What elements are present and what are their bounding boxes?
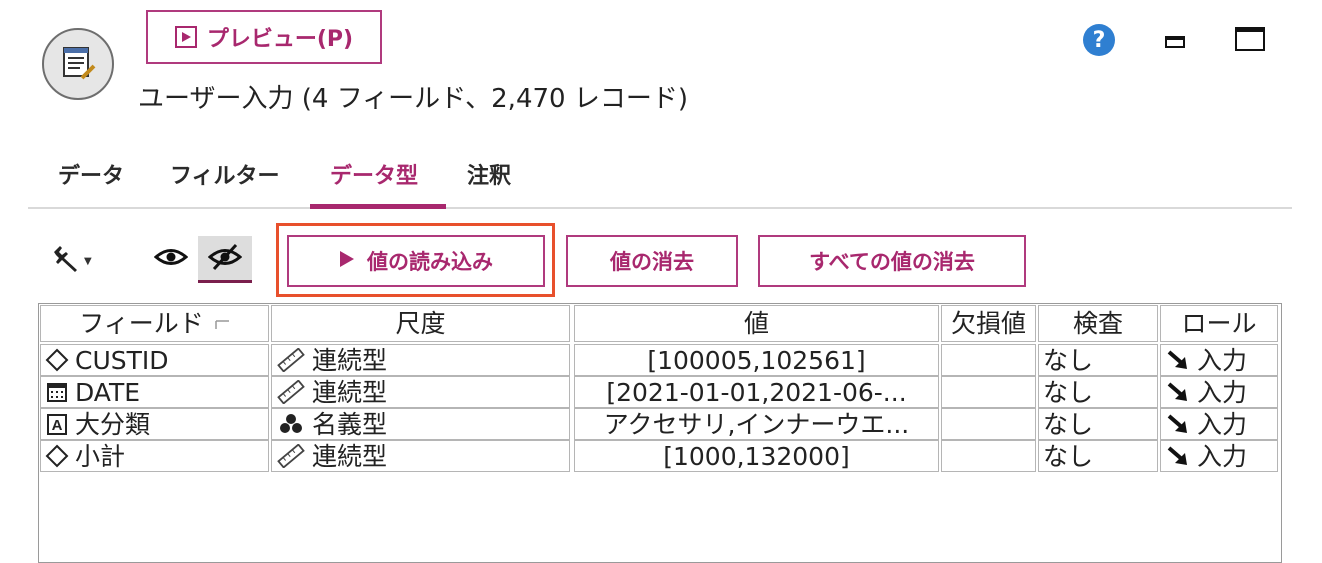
nominal-dots-icon <box>276 412 306 436</box>
read-values-button[interactable]: 値の読み込み <box>287 235 545 287</box>
role-value: 入力 <box>1197 377 1248 407</box>
svg-text:A: A <box>52 417 63 434</box>
table-row-role[interactable]: 入力 <box>1160 344 1278 376</box>
table-row-measure[interactable]: 連続型 <box>271 376 570 408</box>
measure-value: 連続型 <box>312 441 388 471</box>
table-row-role[interactable]: 入力 <box>1160 376 1278 408</box>
tools-menu-button[interactable]: ▼ <box>50 243 100 279</box>
tab-divider <box>28 207 1292 209</box>
eye-off-icon <box>207 243 243 275</box>
table-row-measure[interactable]: 連続型 <box>271 440 570 472</box>
table-row-values[interactable]: アクセサリ,インナーウエ... <box>574 408 939 440</box>
chevron-down-icon: ▼ <box>84 255 92 267</box>
string-a-icon: A <box>45 412 69 436</box>
measure-value: 名義型 <box>312 409 388 439</box>
arrow-input-icon <box>1165 349 1191 371</box>
ruler-icon <box>276 380 306 404</box>
arrow-input-icon <box>1165 381 1191 403</box>
column-header-missing[interactable]: 欠損値 <box>941 305 1036 342</box>
role-value: 入力 <box>1197 345 1248 375</box>
table-row-missing[interactable] <box>941 344 1036 376</box>
read-values-label: 値の読み込み <box>367 250 493 274</box>
table-row-values[interactable]: [1000,132000] <box>574 440 939 472</box>
table-row-field[interactable]: DATE <box>40 376 269 408</box>
table-row-values[interactable]: [100005,102561] <box>574 344 939 376</box>
table-row-missing[interactable] <box>941 376 1036 408</box>
tab-data[interactable]: データ <box>58 158 124 190</box>
column-header-measure[interactable]: 尺度 <box>271 305 570 342</box>
hide-button[interactable] <box>198 236 252 282</box>
maximize-icon[interactable] <box>1235 27 1265 51</box>
clear-all-values-label: すべての値の消去 <box>809 250 975 274</box>
eye-icon <box>153 246 189 272</box>
help-icon[interactable]: ? <box>1083 24 1115 56</box>
column-header-check[interactable]: 検査 <box>1038 305 1158 342</box>
calendar-icon <box>45 380 69 404</box>
table-row-check[interactable]: なし <box>1038 344 1158 376</box>
field-name: 大分類 <box>75 409 151 439</box>
table-row-check[interactable]: なし <box>1038 440 1158 472</box>
arrow-input-icon <box>1165 445 1191 467</box>
continuous-diamond-icon <box>45 444 69 468</box>
arrow-input-icon <box>1165 413 1191 435</box>
tab-data-type[interactable]: データ型 <box>330 158 418 190</box>
table-row-measure[interactable]: 名義型 <box>271 408 570 440</box>
column-header-values[interactable]: 値 <box>574 305 939 342</box>
show-button[interactable] <box>146 236 196 282</box>
preview-button-label: プレビュー(P) <box>206 27 354 52</box>
table-row-check[interactable]: なし <box>1038 408 1158 440</box>
measure-value: 連続型 <box>312 345 388 375</box>
clear-values-button[interactable]: 値の消去 <box>566 235 738 287</box>
table-row-role[interactable]: 入力 <box>1160 440 1278 472</box>
field-name: 小計 <box>75 441 126 471</box>
table-row-field[interactable]: CUSTID <box>40 344 269 376</box>
table-row-values[interactable]: [2021-01-01,2021-06-... <box>574 376 939 408</box>
user-input-node-icon <box>42 28 114 100</box>
role-value: 入力 <box>1197 441 1248 471</box>
column-header-field-label: フィールド <box>79 309 204 338</box>
table-row-missing[interactable] <box>941 408 1036 440</box>
tab-annotation[interactable]: 注釈 <box>467 158 511 190</box>
column-header-role[interactable]: ロール <box>1160 305 1278 342</box>
clear-all-values-button[interactable]: すべての値の消去 <box>758 235 1026 287</box>
clear-values-label: 値の消去 <box>610 250 694 274</box>
ruler-icon <box>276 348 306 372</box>
table-row-missing[interactable] <box>941 440 1036 472</box>
wrench-icon <box>50 244 80 278</box>
table-row-role[interactable]: 入力 <box>1160 408 1278 440</box>
field-name: CUSTID <box>75 345 169 375</box>
sort-indicator-icon <box>214 311 230 336</box>
node-summary: ユーザー入力 (4 フィールド、2,470 レコード) <box>138 84 688 114</box>
table-row-field[interactable]: 小計 <box>40 440 269 472</box>
table-row-field[interactable]: A 大分類 <box>40 408 269 440</box>
active-tab-indicator <box>310 204 446 209</box>
table-row-measure[interactable]: 連続型 <box>271 344 570 376</box>
minimize-icon[interactable] <box>1165 36 1185 48</box>
table-row-check[interactable]: なし <box>1038 376 1158 408</box>
ruler-icon <box>276 444 306 468</box>
preview-button[interactable]: プレビュー(P) <box>146 10 382 64</box>
column-header-field[interactable]: フィールド <box>40 305 269 342</box>
play-icon <box>174 26 197 48</box>
hide-button-indicator <box>198 280 252 283</box>
tab-filter[interactable]: フィルター <box>170 158 280 190</box>
role-value: 入力 <box>1197 409 1248 439</box>
measure-value: 連続型 <box>312 377 388 407</box>
continuous-diamond-icon <box>45 348 69 372</box>
field-name: DATE <box>75 377 141 407</box>
play-icon <box>339 249 355 273</box>
